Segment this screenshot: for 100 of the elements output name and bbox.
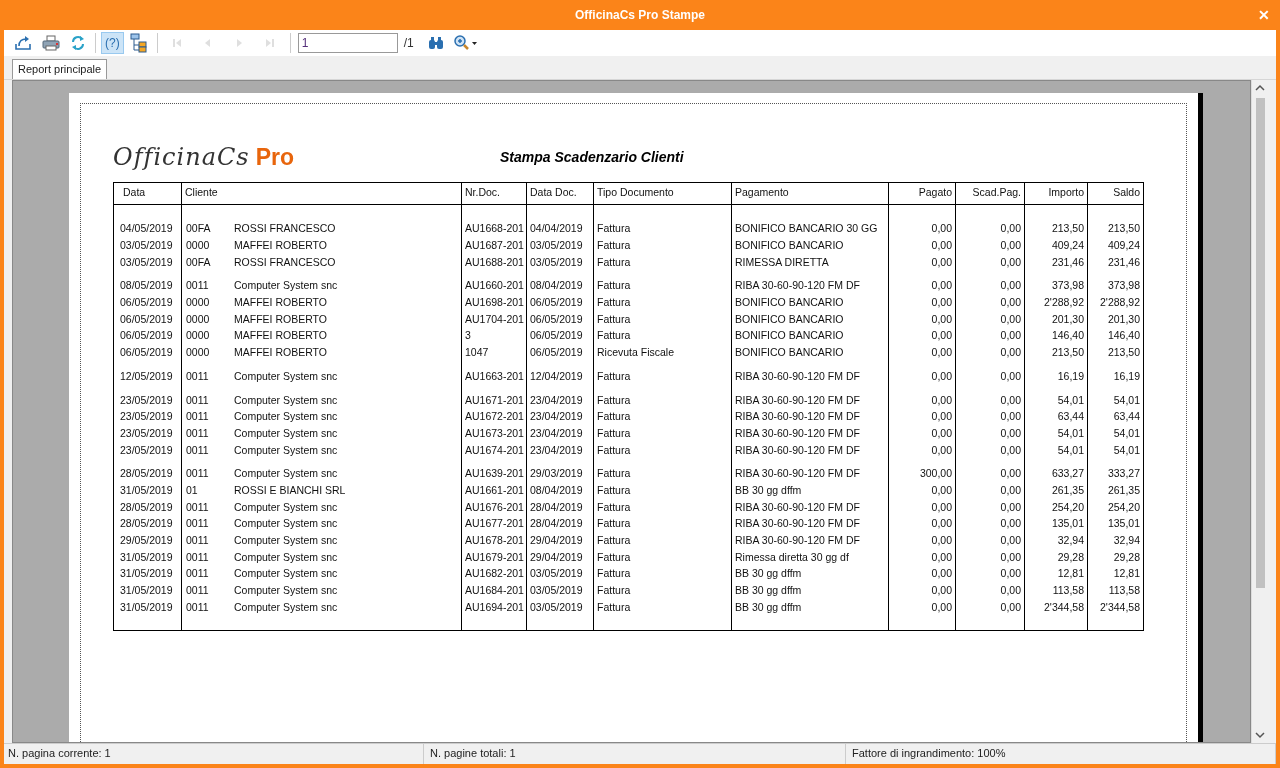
table-cell: 0,00 (955, 531, 1025, 549)
table-cell: 12/05/2019 (113, 360, 182, 385)
table-cell: 29,28 (1087, 548, 1144, 566)
table-cell: 12,81 (1024, 565, 1088, 582)
table-cell: 633,27 (1024, 457, 1088, 482)
client-code: 0011 (186, 443, 210, 456)
table-cell: 06/05/2019 (526, 343, 594, 361)
table-cell: 0,00 (888, 343, 956, 361)
table-cell: RIBA 30-60-90-120 FM DF (731, 515, 889, 532)
table-cell: 0,00 (888, 424, 956, 442)
table-cell: 31/05/2019 (113, 548, 182, 566)
client-code: 0011 (186, 393, 210, 406)
client-name: Computer System snc (234, 584, 338, 597)
logo-wordmark: OfficinaCs (113, 143, 250, 171)
table-cell: 54,01 (1024, 384, 1088, 408)
table-cell: 63,44 (1024, 407, 1088, 425)
table-cell: 0,00 (955, 481, 1025, 499)
client-name: MAFFEI ROBERTO (234, 296, 327, 309)
binoculars-icon (427, 36, 444, 50)
table-cell: 0,00 (955, 343, 1025, 361)
table-cell: 06/05/2019 (113, 310, 182, 328)
table-cell: 03/05/2019 (113, 253, 182, 271)
client-code: 0011 (186, 369, 210, 382)
table-cell: 32,94 (1024, 531, 1088, 549)
column-header: Scad.Pag. (955, 182, 1025, 205)
table-cell: 0,00 (888, 548, 956, 566)
help-button[interactable]: (?) (101, 32, 124, 54)
table-cell: 0,00 (888, 581, 956, 599)
table-cell: 31/05/2019 (113, 481, 182, 499)
table-cell: 0,00 (888, 204, 956, 237)
table-cell: 0,00 (955, 407, 1025, 425)
table-cell: AU1682-201 (461, 565, 527, 582)
client-name: Computer System snc (234, 393, 338, 406)
client-name: Computer System snc (234, 500, 338, 513)
table-cell: RIBA 30-60-90-120 FM DF (731, 360, 889, 385)
table-cell: 373,98 (1087, 270, 1144, 294)
table-cell: 04/04/2019 (526, 204, 594, 237)
table-cell: 31/05/2019 (113, 581, 182, 599)
client-code: 0000 (186, 239, 211, 252)
table-cell: 32,94 (1087, 531, 1144, 549)
table-cell: AU1674-201 (461, 441, 527, 458)
table-cell: 113,58 (1024, 581, 1088, 599)
client-name: ROSSI FRANCESCO (234, 222, 336, 235)
table-cell: Fattura (593, 270, 732, 294)
page-number-field[interactable]: 1 (297, 33, 398, 53)
table-cell: 2'344,58 (1024, 598, 1088, 616)
table-cell: 03/05/2019 (526, 598, 594, 616)
table-cell: 03/05/2019 (526, 581, 594, 599)
client-code: 0011 (186, 410, 210, 423)
column-header: Saldo (1087, 182, 1144, 205)
table-cell: 0,00 (955, 204, 1025, 237)
table-cell: 54,01 (1087, 384, 1144, 408)
client-code: 0000 (186, 312, 211, 325)
table-cell: AU1672-201 (461, 407, 527, 425)
table-cell: RIBA 30-60-90-120 FM DF (731, 424, 889, 442)
table-cell: 0,00 (955, 515, 1025, 532)
table-cell: RIBA 30-60-90-120 FM DF (731, 407, 889, 425)
table-cell: 04/05/2019 (113, 204, 182, 237)
scrollbar-thumb[interactable] (1255, 98, 1265, 588)
column-header: Data (113, 182, 182, 205)
table-cell: Fattura (593, 598, 732, 616)
table-cell: 3 (461, 327, 527, 344)
table-cell: 23/04/2019 (526, 407, 594, 425)
client-code: 0011 (186, 584, 210, 597)
table-cell: RIMESSA DIRETTA (731, 253, 889, 271)
table-cell: Fattura (593, 581, 732, 599)
table-cell: 254,20 (1024, 498, 1088, 515)
table-cell: 0,00 (955, 498, 1025, 515)
table-cell: 28/04/2019 (526, 515, 594, 532)
print-icon (42, 35, 60, 51)
report-tab[interactable]: Report principale (12, 59, 108, 79)
logo-pro-text: Pro (255, 143, 295, 171)
table-cell: 1047 (461, 343, 527, 361)
table-cell: 201,30 (1024, 310, 1088, 328)
table-cell: 213,50 (1024, 343, 1088, 361)
table-cell: 0,00 (955, 565, 1025, 582)
table-cell: 29/04/2019 (526, 548, 594, 566)
export-icon (14, 35, 32, 51)
table-cell: 29/03/2019 (526, 457, 594, 482)
table-cell: AU1698-201 (461, 293, 527, 311)
vertical-scrollbar[interactable] (1251, 80, 1268, 743)
client-code: 00FA (186, 222, 212, 235)
tree-icon (129, 33, 148, 53)
table-cell: 0,00 (955, 327, 1025, 344)
client-code: 0000 (186, 296, 211, 309)
table-cell: 03/05/2019 (526, 253, 594, 271)
table-cell: 0,00 (888, 498, 956, 515)
table-cell: AU1676-201 (461, 498, 527, 515)
table-cell: AU1661-201 (461, 481, 527, 499)
column-header: Nr.Doc. (461, 182, 527, 205)
table-cell: 0,00 (955, 598, 1025, 616)
table-cell: 0,00 (888, 293, 956, 311)
table-cell: 28/05/2019 (113, 498, 182, 515)
table-cell: AU1694-201 (461, 598, 527, 616)
table-cell: RIBA 30-60-90-120 FM DF (731, 498, 889, 515)
client-name: Computer System snc (234, 550, 338, 563)
table-cell: 373,98 (1024, 270, 1088, 294)
client-name: Computer System snc (234, 567, 338, 580)
client-name: Computer System snc (234, 517, 338, 530)
client-code: 00FA (186, 255, 212, 268)
